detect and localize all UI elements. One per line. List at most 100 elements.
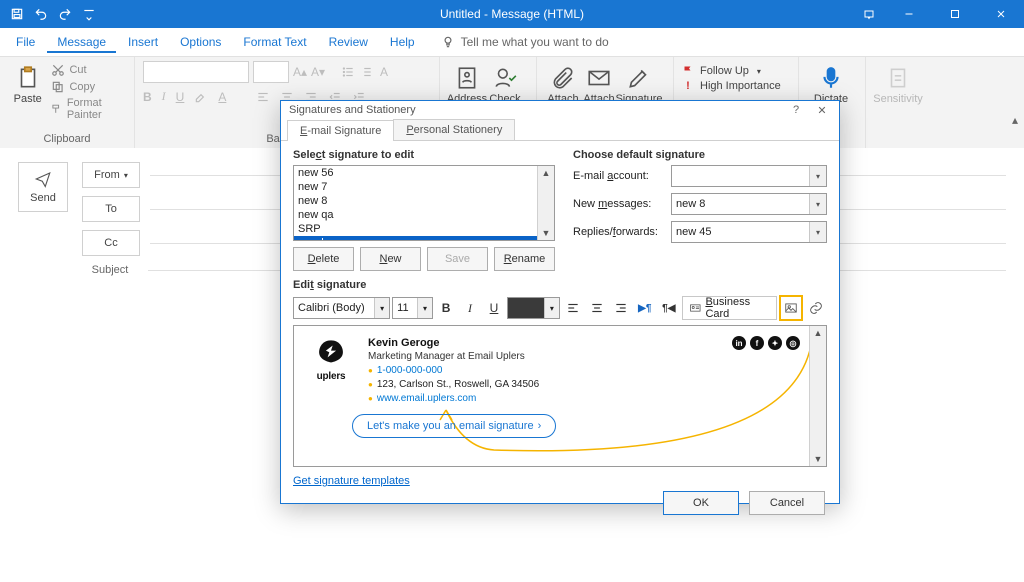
signature-list[interactable]: new 56 new 7 new 8 new qa SRP yuval ▲▼ bbox=[293, 165, 555, 241]
paste-button[interactable]: Paste bbox=[8, 61, 47, 105]
signature-socials: in f ✦ ◎ bbox=[732, 336, 800, 350]
editor-color-combo[interactable]: ▾ bbox=[507, 297, 560, 319]
editor-size-combo[interactable]: 11▾ bbox=[392, 297, 433, 319]
delete-button[interactable]: Delete bbox=[293, 247, 354, 271]
editor-font-combo[interactable]: Calibri (Body)▾ bbox=[293, 297, 390, 319]
new-button[interactable]: New bbox=[360, 247, 421, 271]
list-item[interactable]: SRP bbox=[294, 222, 554, 236]
address-book-button[interactable]: Address bbox=[448, 61, 486, 105]
signatures-dialog: Signatures and Stationery ? ✕ E-mail Sig… bbox=[280, 100, 840, 504]
decrease-font-icon[interactable]: A▾ bbox=[311, 65, 325, 79]
menu-file[interactable]: File bbox=[6, 31, 45, 53]
signature-address: 123, Carlson St., Roswell, GA 34506 bbox=[377, 379, 539, 390]
menu-format-text[interactable]: Format Text bbox=[233, 31, 316, 53]
editor-rtl-button[interactable]: ¶◀ bbox=[658, 296, 680, 320]
email-account-combo[interactable]: ▾ bbox=[671, 165, 827, 187]
close-icon[interactable]: ✕ bbox=[813, 101, 831, 119]
editor-align-left-button[interactable] bbox=[562, 296, 584, 320]
menu-insert[interactable]: Insert bbox=[118, 31, 168, 53]
font-size-combo[interactable] bbox=[253, 61, 289, 83]
clipboard-group-label: Clipboard bbox=[8, 133, 126, 147]
attach-item-button[interactable]: Attach bbox=[581, 61, 617, 105]
increase-font-icon[interactable]: A▴ bbox=[293, 65, 307, 79]
cancel-button[interactable]: Cancel bbox=[749, 491, 825, 515]
underline-button[interactable]: U bbox=[176, 90, 185, 104]
cut-button[interactable]: Cut bbox=[51, 63, 126, 77]
font-name-combo[interactable] bbox=[143, 61, 249, 83]
scissors-icon bbox=[51, 63, 65, 77]
from-button[interactable]: From▾ bbox=[82, 162, 140, 188]
follow-up-button[interactable]: Follow Up▾ bbox=[682, 65, 781, 77]
list-item[interactable]: new 56 bbox=[294, 166, 554, 180]
dialog-title: Signatures and Stationery bbox=[289, 104, 416, 116]
help-icon[interactable]: ? bbox=[787, 101, 805, 119]
editor-bold-button[interactable]: B bbox=[435, 296, 457, 320]
format-painter-button[interactable]: Format Painter bbox=[51, 97, 126, 121]
attach-file-button[interactable]: Attach bbox=[545, 61, 581, 105]
editor-italic-button[interactable]: I bbox=[459, 296, 481, 320]
get-templates-link[interactable]: Get signature templates bbox=[293, 475, 410, 487]
send-button[interactable]: Send bbox=[18, 162, 68, 212]
chevron-down-icon: ▾ bbox=[809, 166, 826, 186]
signature-editor[interactable]: uplers Kevin Geroge Marketing Manager at… bbox=[293, 325, 827, 467]
numbering-icon[interactable] bbox=[359, 65, 373, 79]
editor-align-right-button[interactable] bbox=[610, 296, 632, 320]
save-button[interactable]: Save bbox=[427, 247, 488, 271]
replies-combo[interactable]: new 45▾ bbox=[671, 221, 827, 243]
tab-personal-stationery[interactable]: Personal Stationery bbox=[393, 119, 515, 140]
signature-button[interactable]: Signature bbox=[617, 61, 661, 105]
check-names-button[interactable]: Check bbox=[486, 61, 524, 105]
image-icon bbox=[784, 301, 798, 315]
editor-align-center-button[interactable] bbox=[586, 296, 608, 320]
linkedin-icon: in bbox=[732, 336, 746, 350]
title-bar: Untitled - Message (HTML) bbox=[0, 0, 1024, 28]
menu-options[interactable]: Options bbox=[170, 31, 231, 53]
scrollbar[interactable]: ▲▼ bbox=[537, 166, 554, 240]
new-messages-combo[interactable]: new 8▾ bbox=[671, 193, 827, 215]
align-left-icon[interactable] bbox=[256, 90, 270, 104]
signature-cta[interactable]: Let's make you an email signature› bbox=[352, 414, 556, 438]
menu-review[interactable]: Review bbox=[319, 31, 378, 53]
dictate-button[interactable]: Dictate bbox=[807, 61, 855, 105]
lightbulb-icon bbox=[441, 35, 455, 49]
highlight-icon[interactable] bbox=[194, 90, 208, 104]
high-importance-button[interactable]: !High Importance bbox=[682, 80, 781, 92]
ok-button[interactable]: OK bbox=[663, 491, 739, 515]
send-icon bbox=[34, 170, 52, 188]
menu-message[interactable]: Message bbox=[47, 31, 116, 53]
default-signature-label: Choose default signature bbox=[573, 149, 827, 161]
paste-label: Paste bbox=[14, 93, 42, 105]
signature-logo: uplers bbox=[308, 336, 354, 382]
bullets-icon[interactable] bbox=[341, 65, 355, 79]
font-color-icon[interactable]: A bbox=[218, 90, 226, 104]
rename-button[interactable]: Rename bbox=[494, 247, 555, 271]
signature-name: Kevin Geroge bbox=[368, 336, 539, 350]
to-button[interactable]: To bbox=[82, 196, 140, 222]
chevron-down-icon: ▾ bbox=[809, 222, 826, 242]
copy-button[interactable]: Copy bbox=[51, 80, 126, 94]
tell-me-search[interactable]: Tell me what you want to do bbox=[441, 35, 609, 49]
bold-button[interactable]: B bbox=[143, 90, 152, 104]
business-card-button[interactable]: Business Card bbox=[682, 296, 777, 320]
instagram-icon: ◎ bbox=[786, 336, 800, 350]
editor-underline-button[interactable]: U bbox=[483, 296, 505, 320]
copy-icon bbox=[51, 80, 65, 94]
list-item[interactable]: new qa bbox=[294, 208, 554, 222]
flag-icon bbox=[682, 65, 694, 77]
editor-ltr-button[interactable]: ▶¶ bbox=[634, 296, 656, 320]
editor-scrollbar[interactable]: ▲▼ bbox=[809, 326, 826, 466]
list-item[interactable]: new 7 bbox=[294, 180, 554, 194]
list-item[interactable]: new 8 bbox=[294, 194, 554, 208]
italic-button[interactable]: I bbox=[162, 89, 166, 104]
signature-role: Marketing Manager at Email Uplers bbox=[368, 350, 539, 364]
collapse-ribbon-icon[interactable]: ▴ bbox=[1012, 113, 1018, 127]
check-names-icon bbox=[492, 65, 518, 91]
tab-email-signature[interactable]: E-mail Signature bbox=[287, 120, 394, 141]
insert-image-button[interactable] bbox=[779, 295, 803, 321]
clear-format-icon[interactable]: A bbox=[377, 65, 391, 79]
menu-help[interactable]: Help bbox=[380, 31, 425, 53]
cc-button[interactable]: Cc bbox=[82, 230, 140, 256]
insert-link-button[interactable] bbox=[805, 296, 827, 320]
list-item-selected[interactable]: yuval bbox=[294, 236, 554, 241]
window-title: Untitled - Message (HTML) bbox=[0, 7, 1024, 21]
